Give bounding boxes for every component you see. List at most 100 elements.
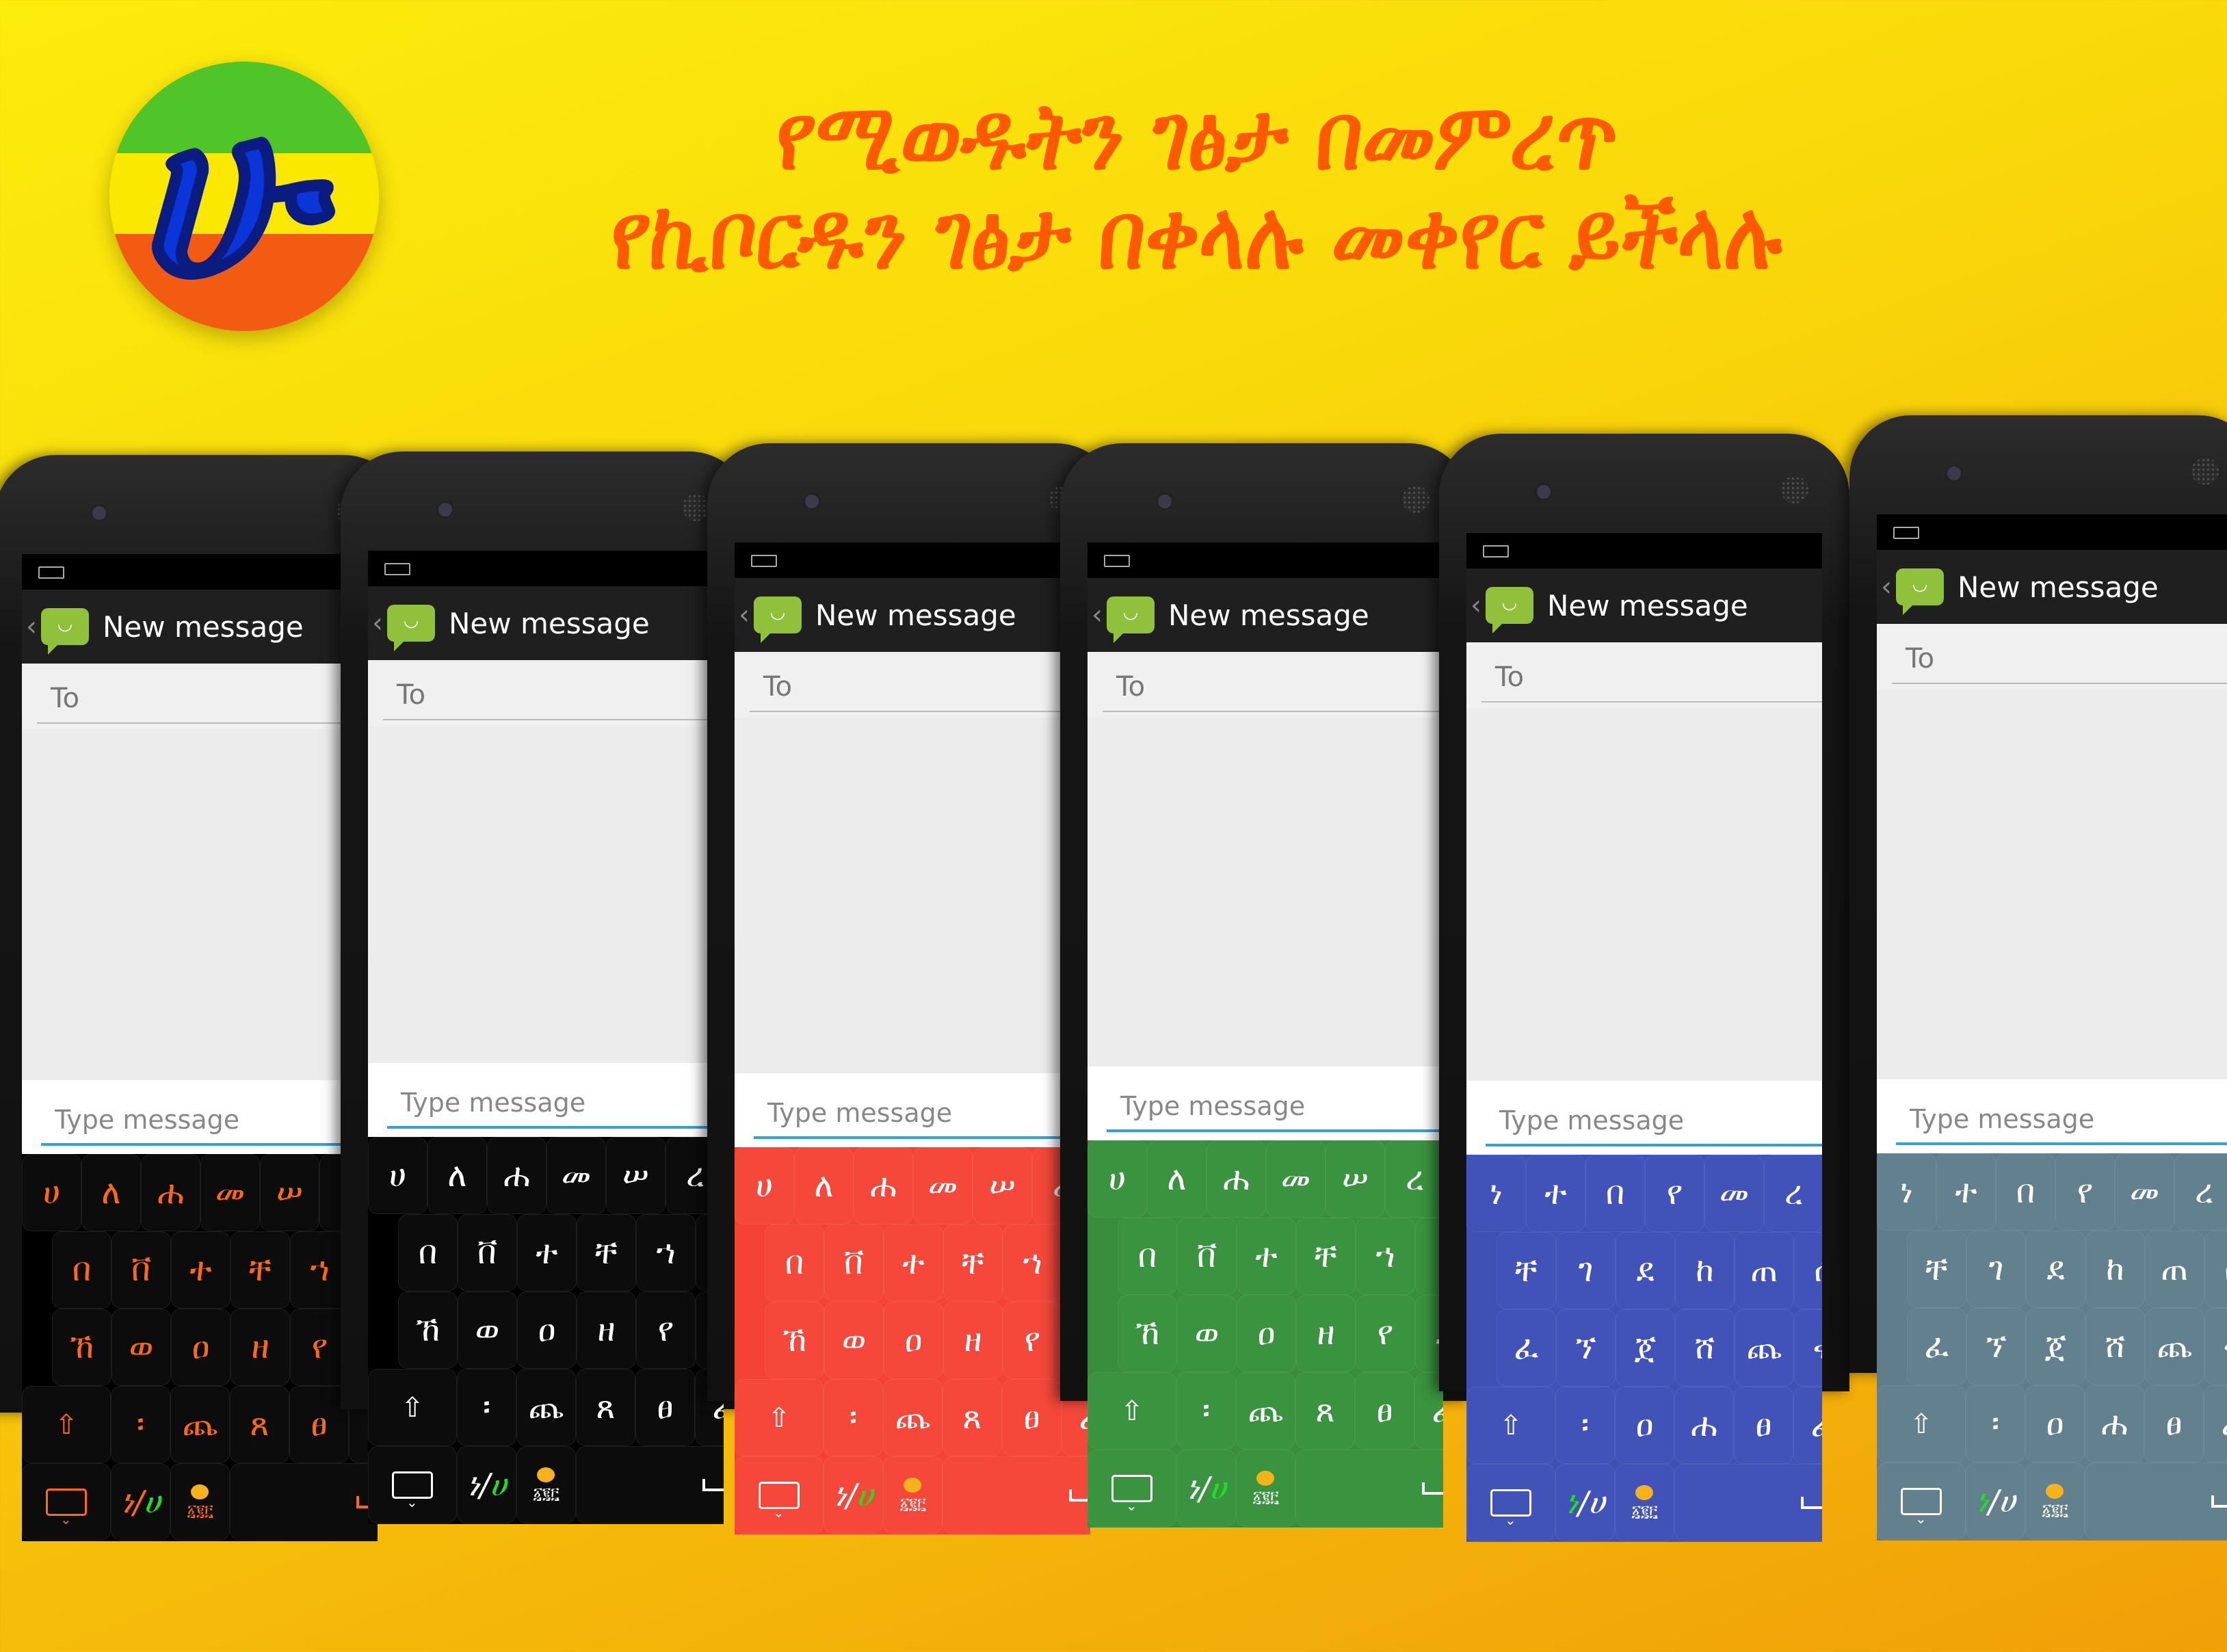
key-ጠ[interactable]: ጠ [2145, 1231, 2204, 1308]
key-ዐ[interactable]: ዐ [1237, 1295, 1296, 1372]
key-ሀ[interactable]: ሀ [735, 1147, 794, 1224]
key-በ[interactable]: በ [1585, 1155, 1645, 1232]
key-ፀ[interactable]: ፀ [1002, 1379, 1062, 1456]
key-ፀ[interactable]: ፀ [2144, 1385, 2204, 1463]
key-ጨ[interactable]: ጨ [516, 1369, 576, 1446]
key-የ[interactable]: የ [1645, 1155, 1704, 1232]
to-field[interactable]: To [735, 652, 1090, 718]
key-ሠ[interactable]: ሠ [1326, 1140, 1385, 1218]
key-ሠ[interactable]: ሠ [260, 1154, 319, 1231]
emoji-numbers-key[interactable]: ፩፪፫ [1236, 1450, 1295, 1527]
to-field[interactable]: To [368, 660, 724, 726]
key-ኀ[interactable]: ኀ [636, 1214, 696, 1292]
key-ጨ[interactable]: ጨ [2145, 1308, 2204, 1385]
key-ሀ[interactable]: ሀ [22, 1154, 81, 1231]
key-ሀ[interactable]: ሀ [1088, 1140, 1147, 1218]
key-መ[interactable]: መ [546, 1137, 606, 1214]
chevron-left-icon[interactable]: ‹ [1092, 599, 1107, 631]
script-switch-key[interactable]: ነ / ሀ [823, 1456, 883, 1534]
key-ሠ[interactable]: ሠ [973, 1147, 1032, 1224]
key-ዐ[interactable]: ዐ [171, 1309, 230, 1386]
key-ነ[interactable]: ነ [1466, 1155, 1526, 1232]
key-ጸ[interactable]: ጸ [230, 1386, 289, 1463]
chevron-left-icon[interactable]: ‹ [26, 611, 41, 642]
key-ሸ[interactable]: ሸ [1675, 1309, 1735, 1387]
space-key[interactable] [230, 1463, 378, 1540]
key-ጨ[interactable]: ጨ [1735, 1309, 1794, 1387]
key-ዘ[interactable]: ዘ [577, 1292, 636, 1369]
key-የ[interactable]: የ [2055, 1153, 2115, 1231]
key-ለ[interactable]: ለ [81, 1154, 141, 1231]
key-በ[interactable]: በ [1118, 1218, 1177, 1295]
key-ጨ[interactable]: ጨ [170, 1386, 230, 1463]
key-ሐ[interactable]: ሐ [1207, 1140, 1266, 1218]
key-ቸ[interactable]: ቸ [230, 1231, 290, 1309]
hide-keyboard-key[interactable] [735, 1456, 823, 1534]
key-በ[interactable]: በ [765, 1224, 824, 1302]
key-ጀ[interactable]: ጀ [1616, 1309, 1675, 1387]
key-የ[interactable]: የ [636, 1292, 696, 1369]
key-ደ[interactable]: ደ [1616, 1232, 1675, 1309]
chevron-left-icon[interactable]: ‹ [372, 607, 387, 639]
key-፡[interactable]: ፡ [1966, 1385, 2025, 1463]
key-ፈ[interactable]: ፈ [1793, 1387, 1822, 1464]
key-፡[interactable]: ፡ [1176, 1372, 1236, 1450]
key-መ[interactable]: መ [913, 1147, 973, 1224]
key-ፀ[interactable]: ፀ [1734, 1387, 1793, 1464]
to-field[interactable]: To [1466, 642, 1822, 708]
space-key[interactable] [1674, 1464, 1822, 1541]
key-የ[interactable]: የ [1356, 1295, 1415, 1372]
message-input[interactable]: Type message [1877, 1079, 2227, 1153]
key-ጠ[interactable]: ጠ [1735, 1232, 1794, 1309]
key-ለ[interactable]: ለ [1147, 1140, 1207, 1218]
key-ቨ[interactable]: ቨ [458, 1214, 517, 1292]
key-፡[interactable]: ፡ [457, 1369, 516, 1446]
hide-keyboard-key[interactable] [22, 1463, 111, 1540]
key-ጨ[interactable]: ጨ [883, 1379, 943, 1456]
key-ፈ[interactable]: ፈ [1907, 1308, 1966, 1385]
key-ጨ[interactable]: ጨ [1236, 1372, 1295, 1450]
key-ተ[interactable]: ተ [1936, 1153, 1996, 1231]
key-ኘ[interactable]: ኘ [1966, 1308, 2026, 1385]
key-መ[interactable]: መ [2115, 1153, 2174, 1231]
key-ቸ[interactable]: ቸ [943, 1224, 1003, 1302]
key-ሸ[interactable]: ሸ [2085, 1308, 2145, 1385]
hide-keyboard-key[interactable] [1088, 1450, 1176, 1527]
message-input[interactable]: Type message [1466, 1081, 1822, 1155]
script-switch-key[interactable]: ነ / ሀ [111, 1463, 170, 1540]
key-፡[interactable]: ፡ [1555, 1387, 1615, 1464]
shift-key[interactable]: ⇧ [22, 1386, 111, 1463]
key-ጸ[interactable]: ጸ [943, 1379, 1002, 1456]
space-key[interactable] [576, 1446, 724, 1523]
key-ዐ[interactable]: ዐ [2025, 1385, 2085, 1463]
key-በ[interactable]: በ [398, 1214, 458, 1292]
key-ሰ[interactable]: ሰ [2204, 1231, 2227, 1308]
message-input[interactable]: Type message [1088, 1066, 1443, 1140]
key-ዘ[interactable]: ዘ [230, 1309, 290, 1386]
chevron-left-icon[interactable]: ‹ [1471, 590, 1486, 621]
key-ቸ[interactable]: ቸ [1296, 1218, 1356, 1295]
key-የ[interactable]: የ [1003, 1302, 1062, 1379]
key-ፈ[interactable]: ፈ [1497, 1309, 1556, 1387]
key-ጸ[interactable]: ጸ [576, 1369, 635, 1446]
key-ከ[interactable]: ከ [1675, 1232, 1735, 1309]
script-switch-key[interactable]: ነ / ሀ [457, 1446, 516, 1523]
key-ከ[interactable]: ከ [2085, 1231, 2145, 1308]
key-ኀ[interactable]: ኀ [1003, 1224, 1062, 1302]
chevron-left-icon[interactable]: ‹ [739, 599, 754, 631]
key-ለ[interactable]: ለ [794, 1147, 854, 1224]
script-switch-key[interactable]: ነ / ሀ [1966, 1463, 2025, 1540]
script-switch-key[interactable]: ነ / ሀ [1555, 1464, 1615, 1541]
key-ተ[interactable]: ተ [517, 1214, 577, 1292]
key-ተ[interactable]: ተ [1237, 1218, 1296, 1295]
key-ዘ[interactable]: ዘ [1296, 1295, 1356, 1372]
key-ሐ[interactable]: ሐ [487, 1137, 546, 1214]
key-ቀ[interactable]: ቀ [2204, 1308, 2227, 1385]
key-ወ[interactable]: ወ [824, 1302, 884, 1379]
key-ቸ[interactable]: ቸ [1497, 1232, 1556, 1309]
key-ለ[interactable]: ለ [427, 1137, 487, 1214]
key-ሐ[interactable]: ሐ [854, 1147, 913, 1224]
hide-keyboard-key[interactable] [368, 1446, 457, 1523]
key-ተ[interactable]: ተ [1526, 1155, 1585, 1232]
key-መ[interactable]: መ [1704, 1155, 1764, 1232]
